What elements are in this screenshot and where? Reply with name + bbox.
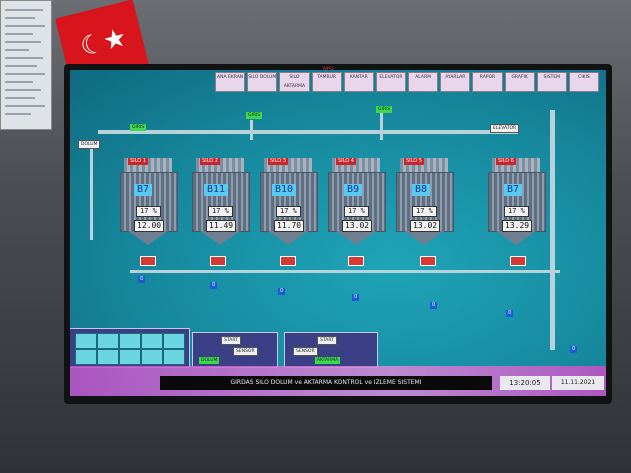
panel-transfer: START SENSOR AKTARMA [284,332,378,368]
panel-transfer-title: START [317,336,337,345]
silo-4-level: B9 [344,184,363,196]
gate-2[interactable] [210,256,226,266]
nav-button-4[interactable]: KANTAR [343,72,374,92]
silo-4-tons: 13.02 [342,220,373,232]
nav-button-0[interactable]: ANA EKRAN [215,72,246,92]
conveyor-value-2: 0 [210,282,218,289]
motor-cell-9[interactable] [141,349,163,365]
conveyor-value-6: 0 [506,310,514,317]
gate-3[interactable] [280,256,296,266]
silo-3-level: B10 [272,184,297,196]
nav-button-10[interactable]: SISTEM [536,72,567,92]
status-bar-text: GIRDAS SILO DOLUM ve AKTARMA KONTROL ve … [160,376,492,390]
laptop-screen [0,0,52,130]
gate-5[interactable] [420,256,436,266]
silo-1-tag: SILO 1 [128,158,148,165]
conveyor-value-3: 0 [278,288,286,295]
panel-fill: START SENSOR DOLUM [192,332,278,368]
motor-cell-5[interactable] [163,333,185,349]
transfer-mode-tag: AKTARMA [315,357,341,364]
conveyor-value-5: 0 [430,302,438,309]
silo-4[interactable]: SILO 4 B9 17 % 13.02 [328,158,386,248]
silo-6-tag: SILO 6 [496,158,516,165]
motor-cell-4[interactable] [141,333,163,349]
silo-6-percent: 17 % [504,206,529,217]
motor-cell-6[interactable] [75,349,97,365]
nav-button-8[interactable]: RAPOR [472,72,503,92]
silo-6-level: B7 [504,184,523,196]
silo-3-percent: 17 % [276,206,301,217]
silo-3[interactable]: SILO 3 B10 17 % 11.70 [260,158,318,248]
silo-5[interactable]: SILO 5 B8 17 % 13.02 [396,158,454,248]
sensor-2-button[interactable]: SENSOR [293,347,318,356]
silo-1-percent: 17 % [136,206,161,217]
conveyor-value-7: 0 [570,346,578,353]
panel-motors [70,328,190,368]
silo-2-tag: SILO 2 [200,158,220,165]
nav-button-1[interactable]: SILO DOLUM [247,72,278,92]
silo-4-percent: 17 % [344,206,369,217]
motor-cell-8[interactable] [119,349,141,365]
bottom-conveyor-pipe [130,270,560,273]
clock-time: 13:20:05 [500,376,550,390]
gate-1[interactable] [140,256,156,266]
nav-button-5[interactable]: ELEVATOR [375,72,407,92]
motor-cell-3[interactable] [119,333,141,349]
silo-1[interactable]: SILO 1 B7 17 % 12.00 [120,158,178,248]
nav-button-9[interactable]: GRAFIK [504,72,535,92]
inlet-tag-3: GIRIS [376,106,393,113]
inlet-tag-2: GIRIS [246,112,263,119]
inlet-pipe-2 [380,112,383,140]
nav-button-2[interactable]: SILO AKTARMA [279,72,310,92]
crescent-star-icon: ☾★ [77,22,130,63]
inlet-pipe-1 [250,120,253,140]
sensor-1-button[interactable]: SENSOR [233,347,258,356]
silo-5-percent: 17 % [412,206,437,217]
clock-date: 11.11.2021 [552,376,604,390]
conveyor-value-4: 0 [352,294,360,301]
fill-mode-tag: DOLUM [199,357,220,364]
intake-tag: DOLUM [78,140,101,149]
inlet-tag-1: GIRIS [130,124,147,131]
silo-6[interactable]: SILO 6 B7 17 % 13.29 [488,158,546,248]
nav-button-7[interactable]: AYARLAR [440,72,471,92]
silo-5-level: B8 [412,184,431,196]
motor-cell-1[interactable] [75,333,97,349]
elevator-pipe [550,110,555,350]
motor-cell-10[interactable] [163,349,185,365]
gate-6[interactable] [510,256,526,266]
motor-cell-2[interactable] [97,333,119,349]
top-navigation: ANA EKRAN SILO DOLUM SILO AKTARMA TAMBUR… [215,72,601,92]
gate-4[interactable] [348,256,364,266]
nav-button-11[interactable]: CIKIS [568,72,600,92]
motor-cell-7[interactable] [97,349,119,365]
scada-screen: ANA EKRAN SILO DOLUM SILO AKTARMA TAMBUR… [70,70,606,396]
silo-2-percent: 17 % [208,206,233,217]
nav-button-6[interactable]: ALARM [408,72,439,92]
silo-2-level: B11 [204,184,229,196]
silo-2[interactable]: SILO 2 B11 17 % 11.49 [192,158,250,248]
elevator-tag: ELEVATOR [490,124,520,133]
top-conveyor-pipe [98,130,518,134]
silo-5-tons: 13.02 [410,220,441,232]
silo-3-tons: 11.70 [274,220,305,232]
nav-button-3[interactable]: TAMBUR [311,72,342,92]
silo-1-tons: 12.00 [134,220,165,232]
silo-3-tag: SILO 3 [268,158,288,165]
panel-fill-title: START [221,336,241,345]
left-pipe [90,140,93,240]
silo-5-tag: SILO 5 [404,158,424,165]
silo-4-tag: SILO 4 [336,158,356,165]
silo-2-tons: 11.49 [206,220,237,232]
silo-1-level: B7 [134,184,153,196]
conveyor-value-1: 0 [138,276,146,283]
silo-6-tons: 13.29 [502,220,533,232]
